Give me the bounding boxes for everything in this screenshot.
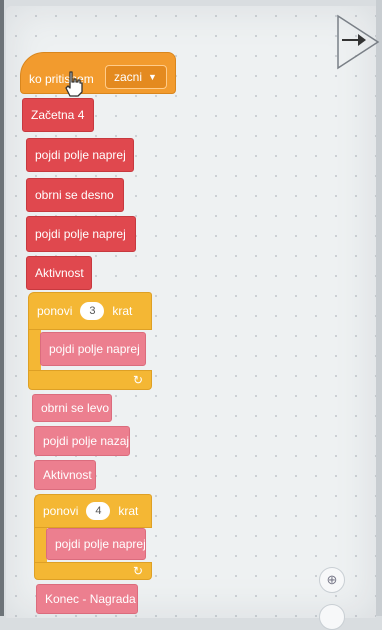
block-label: Začetna 4 [31,108,85,122]
repeat-block[interactable]: ponovi 3 krat [28,292,152,330]
repeat-suffix: krat [118,504,139,518]
repeat-count-input[interactable]: 3 [80,302,105,320]
repeat-block[interactable]: ponovi 4 krat [34,494,152,528]
when-pressed-hat-block[interactable]: ko pritisnem zacni ▼ [20,52,176,94]
activity-block[interactable]: Aktivnost [34,460,96,490]
block-label: pojdi polje naprej [35,227,126,241]
loop-arrow-icon: ↻ [133,564,144,578]
block-label: obrni se desno [35,188,114,202]
repeat-count-input[interactable]: 4 [86,502,111,520]
repeat-suffix: krat [112,304,133,318]
turn-left-block[interactable]: obrni se levo [32,394,112,422]
block-label: Aktivnost [43,468,92,482]
zoom-in-icon[interactable]: ⊕ [319,567,345,593]
block-label: pojdi polje naprej [49,342,140,356]
screen-bezel-left [0,0,4,616]
start-block[interactable]: Začetna 4 [22,98,94,132]
block-label: pojdi polje naprej [55,537,146,551]
chevron-down-icon: ▼ [148,72,157,82]
move-forward-block[interactable]: pojdi polje naprej [26,216,136,252]
block-label: pojdi polje nazaj [43,434,130,448]
activity-block[interactable]: Aktivnost [26,256,92,290]
repeat-block-footer: ↻ [28,370,152,390]
move-back-block[interactable]: pojdi polje nazaj [34,426,130,456]
turn-right-block[interactable]: obrni se desno [26,178,124,212]
end-reward-block[interactable]: Konec - Nagrada [36,584,138,614]
block-label: pojdi polje naprej [35,148,126,162]
loop-arrow-icon: ↻ [133,373,144,387]
stage-toggle-icon[interactable] [336,14,380,70]
repeat-block-footer: ↻ [34,562,152,580]
move-forward-block[interactable]: pojdi polje naprej [46,528,146,560]
block-label: Aktivnost [35,266,84,280]
move-forward-block[interactable]: pojdi polje naprej [40,332,146,366]
block-label: obrni se levo [41,401,110,415]
hand-cursor-icon [65,71,83,97]
block-label: Konec - Nagrada [45,592,136,606]
repeat-label: ponovi [43,504,79,518]
screen-bezel-right [376,0,382,616]
repeat-label: ponovi [37,304,73,318]
zoom-out-icon[interactable] [319,604,345,630]
dropdown-value: zacni [114,70,143,84]
key-dropdown[interactable]: zacni ▼ [105,65,167,89]
move-forward-block[interactable]: pojdi polje naprej [26,138,134,172]
